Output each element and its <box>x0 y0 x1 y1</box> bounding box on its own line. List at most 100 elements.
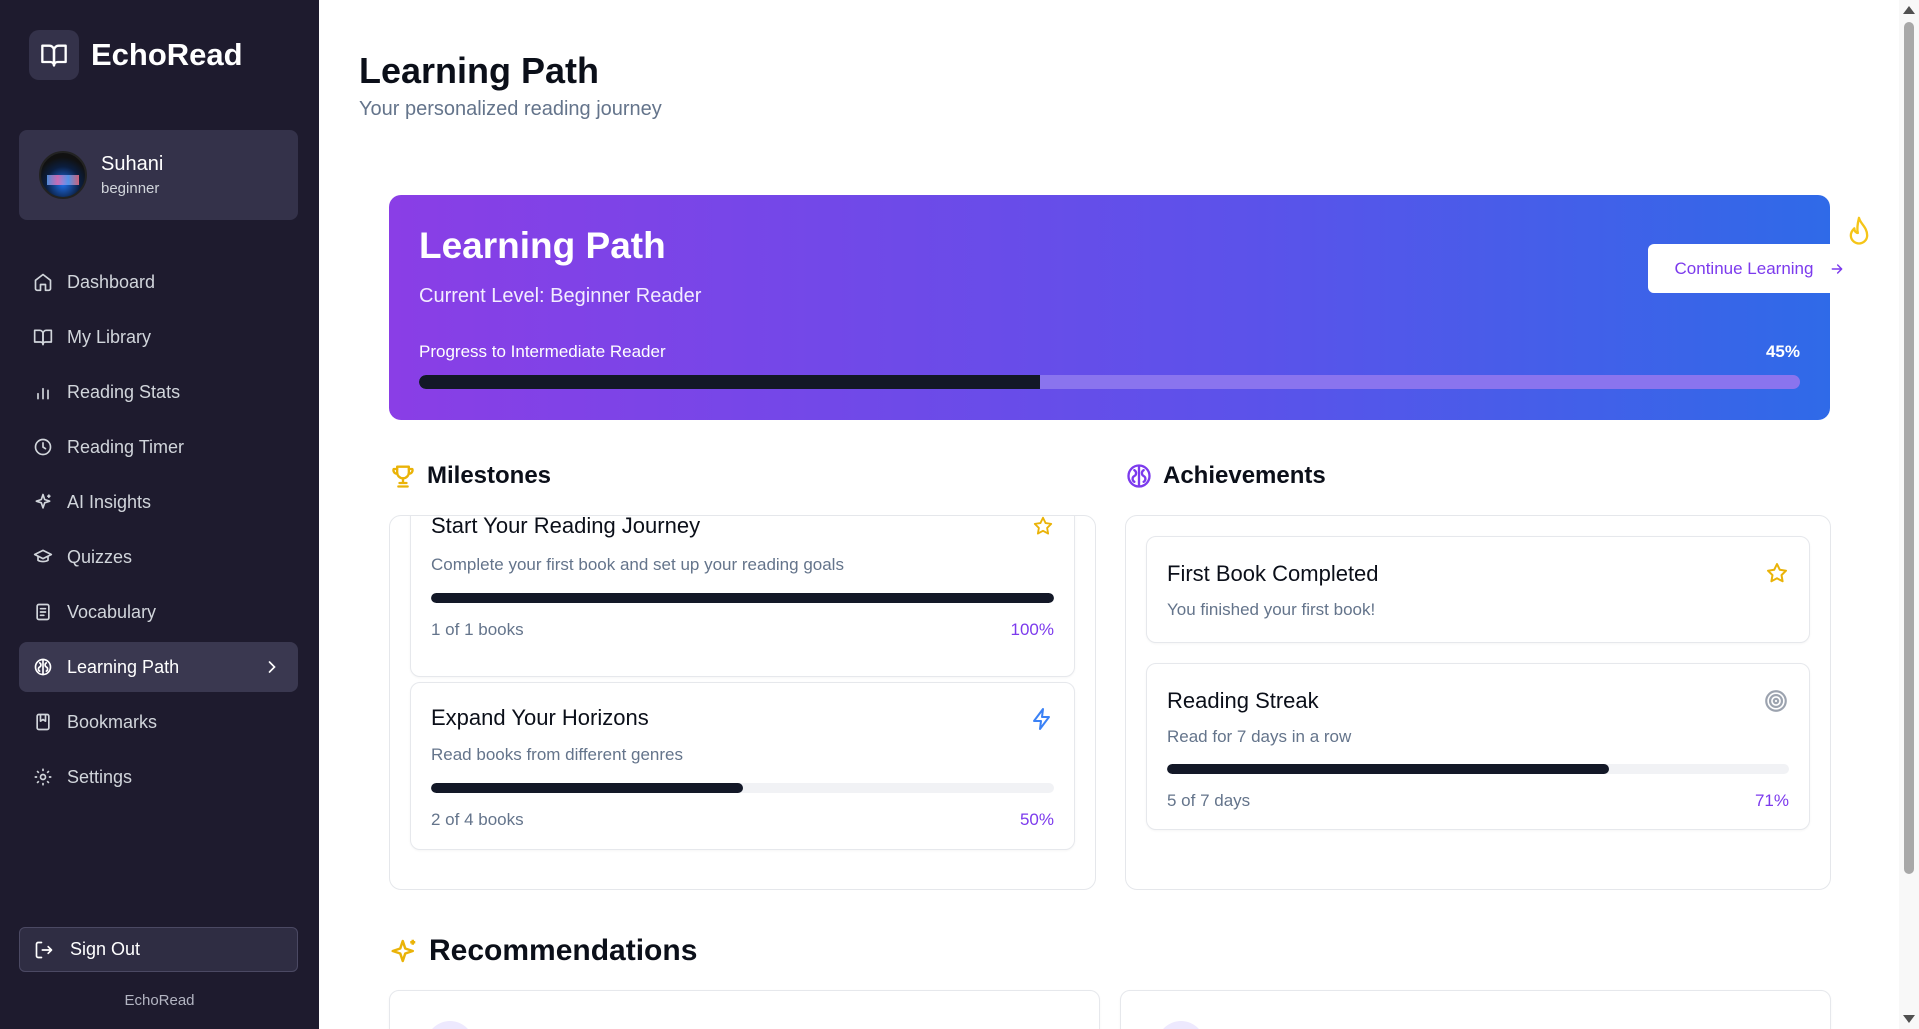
sidebar-item-label: Reading Timer <box>67 436 185 457</box>
brain-icon <box>34 658 52 676</box>
sidebar-item-label: Learning Path <box>67 656 180 677</box>
user-name: Suhani <box>101 153 164 175</box>
flame-icon <box>1849 216 1869 245</box>
clock-icon <box>34 438 52 456</box>
achievement-count: 5 of 7 days <box>1167 791 1251 810</box>
scroll-down-arrow[interactable] <box>1903 1015 1915 1023</box>
user-level: beginner <box>101 180 160 197</box>
learning-path-hero: Learning Path Current Level: Beginner Re… <box>389 195 1872 420</box>
milestone-percent: 50% <box>1019 810 1054 829</box>
sidebar-item-label: Vocabulary <box>67 601 157 622</box>
lightning-icon <box>1033 708 1050 730</box>
avatar <box>39 151 87 199</box>
sparkles-icon <box>391 939 416 963</box>
achievement-title: Reading Streak <box>1167 688 1319 713</box>
graduation-cap-icon <box>33 549 53 563</box>
progress-percent: 45% <box>1765 342 1800 361</box>
current-level: Current Level: Beginner Reader <box>419 285 702 307</box>
milestone-count: 2 of 4 books <box>431 810 524 829</box>
page-scrollbar[interactable] <box>1899 0 1919 1029</box>
milestone-title: Start Your Reading Journey <box>431 515 701 538</box>
sidebar-item-quizzes[interactable]: Quizzes <box>19 532 298 582</box>
star-icon <box>1033 516 1053 535</box>
sidebar-item-learning-path[interactable]: Learning Path <box>19 642 298 692</box>
achievement-desc: Read for 7 days in a row <box>1167 727 1352 746</box>
scroll-up-arrow[interactable] <box>1903 6 1915 14</box>
user-profile[interactable]: Suhani beginner <box>19 130 298 220</box>
progress-label: Progress to Intermediate Reader <box>419 342 666 361</box>
recommendation-avatar <box>1157 1021 1205 1029</box>
level-progress-fill <box>419 375 1041 389</box>
sidebar-item-dashboard[interactable]: Dashboard <box>19 257 298 307</box>
sidebar-item-label: Dashboard <box>67 271 156 292</box>
star-icon <box>1767 563 1787 583</box>
level-progress-bar <box>419 375 1800 389</box>
page-title: Learning Path <box>359 50 600 91</box>
milestone-count: 1 of 1 books <box>431 620 524 639</box>
milestone-card[interactable]: Expand Your Horizons Read books from dif… <box>410 682 1075 850</box>
sidebar-item-reading-timer[interactable]: Reading Timer <box>19 422 298 472</box>
sidebar: EchoRead Suhani beginner Dashboard My Li… <box>0 0 319 1029</box>
arrow-right-icon <box>1832 263 1843 274</box>
bookmark-icon <box>36 713 50 731</box>
milestone-desc: Read books from different genres <box>431 745 683 764</box>
sidebar-nav: Dashboard My Library Reading Stats Readi… <box>19 257 298 807</box>
sidebar-item-label: My Library <box>67 326 152 347</box>
page-subtitle: Your personalized reading journey <box>359 98 662 120</box>
sign-out-icon <box>35 941 53 958</box>
scroll-thumb[interactable] <box>1904 22 1914 874</box>
milestone-title: Expand Your Horizons <box>431 705 649 730</box>
milestones-title: Milestones <box>427 462 552 489</box>
sidebar-item-bookmarks[interactable]: Bookmarks <box>19 697 298 747</box>
achievements-heading: Achievements <box>1125 462 1326 490</box>
achievement-card[interactable]: Reading Streak Read for 7 days in a row … <box>1146 663 1810 830</box>
milestone-progress-fill <box>431 783 743 793</box>
milestone-percent: 100% <box>1010 620 1054 639</box>
achievement-card[interactable]: First Book Completed You finished your f… <box>1146 536 1810 643</box>
sidebar-item-label: Reading Stats <box>67 381 181 402</box>
footer-brand: EchoRead <box>124 992 195 1009</box>
sidebar-item-label: Settings <box>67 766 133 787</box>
brand-name: EchoRead <box>91 37 243 72</box>
book-open-icon <box>33 329 53 346</box>
home-icon <box>34 273 52 292</box>
milestone-card[interactable]: Start Your Reading Journey Complete your… <box>410 515 1075 677</box>
sidebar-item-label: AI Insights <box>67 491 152 512</box>
milestones-heading: Milestones <box>389 462 551 490</box>
achievement-progress-fill <box>1167 764 1609 774</box>
sign-out-button[interactable]: Sign Out <box>19 927 298 972</box>
milestone-progress-bar <box>431 783 1054 793</box>
milestones-panel[interactable]: Start Your Reading Journey Complete your… <box>389 515 1096 890</box>
gear-icon <box>34 768 52 786</box>
sidebar-item-label: Quizzes <box>67 546 133 567</box>
bar-chart-icon <box>37 387 49 400</box>
sidebar-item-ai-insights[interactable]: AI Insights <box>19 477 298 527</box>
brand[interactable]: EchoRead <box>29 30 243 80</box>
recommendations-heading: Recommendations <box>389 934 697 968</box>
sidebar-item-reading-stats[interactable]: Reading Stats <box>19 367 298 417</box>
main-content: Learning Path Your personalized reading … <box>319 0 1899 1029</box>
continue-learning-label: Continue Learning <box>1674 258 1814 278</box>
achievement-desc: You finished your first book! <box>1167 600 1376 619</box>
achievements-panel[interactable]: First Book Completed You finished your f… <box>1125 515 1831 890</box>
achievement-progress-bar <box>1167 764 1789 774</box>
recommendation-card[interactable] <box>389 990 1100 1029</box>
sparkles-icon <box>35 493 51 509</box>
sidebar-item-my-library[interactable]: My Library <box>19 312 298 362</box>
sign-out-label: Sign Out <box>70 939 141 959</box>
achievements-title: Achievements <box>1163 462 1326 489</box>
milestone-progress-bar <box>431 593 1054 603</box>
chevron-right-icon <box>268 661 276 673</box>
recommendation-card[interactable] <box>1120 990 1831 1029</box>
milestone-desc: Complete your first book and set up your… <box>431 555 844 574</box>
sidebar-item-vocabulary[interactable]: Vocabulary <box>19 587 298 637</box>
recommendation-avatar <box>426 1021 474 1029</box>
notebook-icon <box>36 603 50 621</box>
sidebar-item-label: Bookmarks <box>67 711 158 732</box>
achievement-title: First Book Completed <box>1167 561 1379 586</box>
sidebar-item-settings[interactable]: Settings <box>19 752 298 802</box>
target-icon <box>1765 690 1787 712</box>
book-open-icon <box>29 30 79 80</box>
achievement-percent: 71% <box>1754 791 1789 810</box>
continue-learning-button[interactable]: Continue Learning <box>1648 244 1872 293</box>
